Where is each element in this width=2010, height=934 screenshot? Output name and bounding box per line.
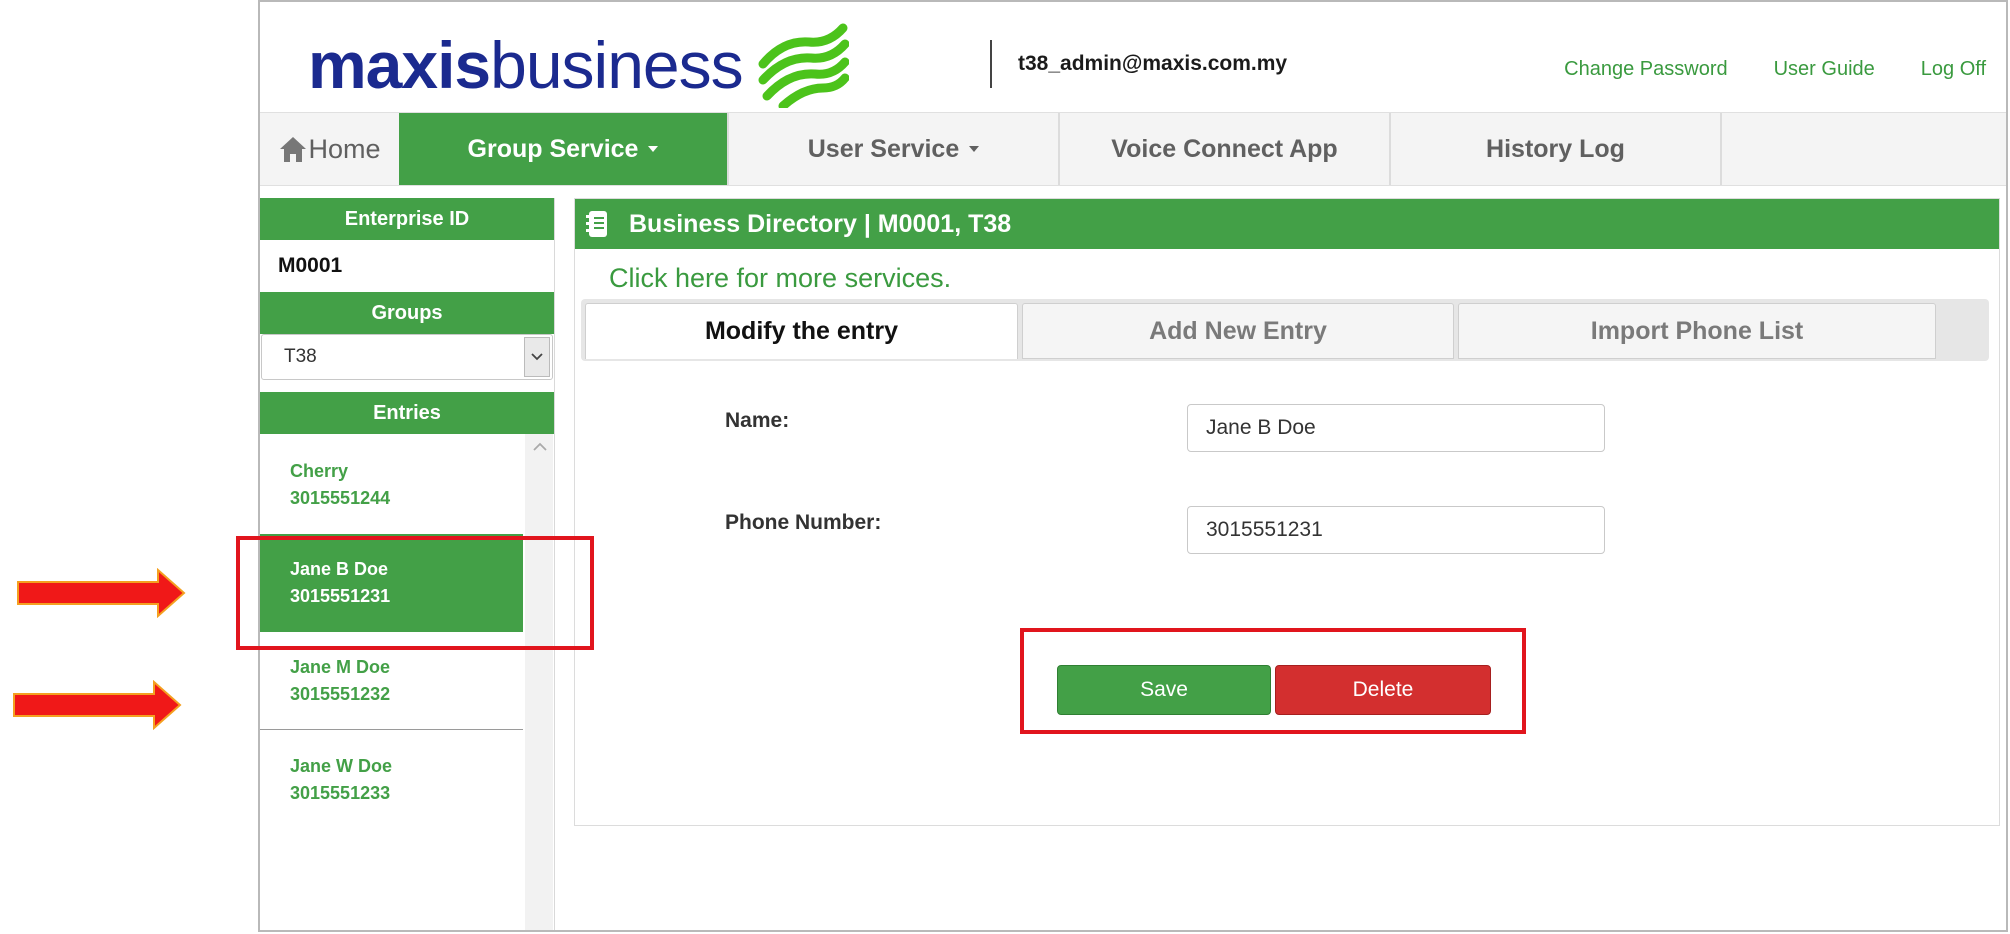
tab-modify-entry[interactable]: Modify the entry: [585, 303, 1018, 359]
user-email: t38_admin@maxis.com.my: [1018, 52, 1288, 75]
annotation-arrow-2: [13, 680, 182, 730]
nav-home-label: Home: [308, 133, 381, 164]
entries-scrollbar[interactable]: [525, 434, 553, 930]
name-label: Name:: [725, 409, 790, 432]
entry-divider: [260, 729, 523, 730]
groups-header: Groups: [260, 292, 554, 334]
nav-group-service-label: Group Service: [467, 134, 639, 163]
entry-jane-w-doe[interactable]: Jane W Doe 3015551233: [260, 731, 523, 829]
entry-name: Jane W Doe: [290, 756, 393, 776]
entry-name: Jane M Doe: [290, 657, 391, 677]
nav-user-service[interactable]: User Service: [729, 113, 1060, 185]
tab-bar: Modify the entry Add New Entry Import Ph…: [581, 299, 1989, 361]
phone-number-input[interactable]: [1187, 506, 1605, 554]
highlight-selected-entry: [236, 536, 594, 650]
user-guide-link[interactable]: User Guide: [1774, 58, 1875, 81]
nav-voice-connect-app[interactable]: Voice Connect App: [1060, 113, 1391, 185]
group-select-toggle[interactable]: [524, 337, 550, 377]
log-off-link[interactable]: Log Off: [1921, 58, 1986, 81]
tab-import-phone-list[interactable]: Import Phone List: [1458, 303, 1936, 359]
group-select[interactable]: T38: [261, 334, 553, 380]
phone-number-label: Phone Number:: [725, 511, 882, 534]
chevron-down-icon: [648, 146, 659, 152]
entries-header: Entries: [260, 392, 554, 434]
nav-history-log[interactable]: History Log: [1391, 113, 1722, 185]
entry-phone: 3015551233: [290, 783, 391, 803]
name-input[interactable]: [1187, 404, 1605, 452]
entry-phone: 3015551244: [290, 488, 391, 508]
chevron-down-icon: [531, 353, 543, 361]
nav-history-log-label: History Log: [1486, 134, 1625, 163]
directory-book-icon: [586, 211, 607, 237]
nav-user-service-label: User Service: [807, 134, 960, 163]
enterprise-id-header: Enterprise ID: [260, 198, 554, 240]
page-title: Business Directory | M0001, T38: [629, 209, 1012, 238]
nav-voice-connect-app-label: Voice Connect App: [1111, 134, 1338, 163]
chevron-down-icon: [969, 146, 980, 152]
logo-text-business: business: [490, 28, 743, 102]
group-select-value: T38: [284, 346, 317, 367]
home-icon: [280, 137, 307, 162]
nav-home[interactable]: Home: [260, 113, 399, 185]
more-services-link[interactable]: Click here for more services.: [609, 263, 951, 294]
logo-text-maxis: maxis: [308, 28, 491, 102]
tab-add-new-entry[interactable]: Add New Entry: [1022, 303, 1454, 359]
app-window: maxis business t38_admin@maxis.com.my Ch…: [258, 0, 2008, 932]
change-password-link[interactable]: Change Password: [1564, 58, 1727, 81]
annotation-arrow-1: [17, 568, 186, 618]
maxis-swirl-logo-icon: [758, 23, 849, 108]
maxis-business-logo[interactable]: maxis business: [308, 20, 849, 110]
header-divider: [990, 40, 992, 88]
entry-cherry[interactable]: Cherry 3015551244: [260, 436, 523, 534]
entry-name: Cherry: [290, 461, 349, 481]
chevron-up-icon[interactable]: [533, 442, 547, 452]
entry-phone: 3015551232: [290, 684, 391, 704]
panel-header: Business Directory | M0001, T38: [575, 199, 1999, 249]
enterprise-id-value: M0001: [278, 254, 343, 277]
entries-list: Cherry 3015551244 Jane B Doe 3015551231 …: [260, 434, 554, 930]
main-nav: Home Group Service User Service Voice Co…: [260, 112, 2006, 186]
highlight-action-buttons: [1020, 628, 1526, 734]
nav-group-service[interactable]: Group Service: [399, 113, 729, 185]
top-links: Change Password User Guide Log Off: [1564, 58, 1986, 81]
